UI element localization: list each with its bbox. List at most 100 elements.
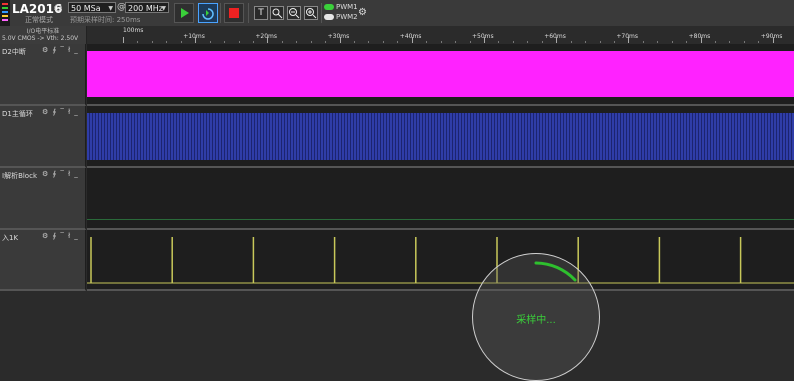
- pwm2-toggle[interactable]: PWM2: [324, 13, 358, 23]
- ruler-minor-tick: [354, 41, 356, 43]
- ruler-minor-tick: [715, 41, 717, 43]
- play-button[interactable]: [174, 3, 194, 23]
- text-icon: T: [258, 8, 264, 18]
- divider: [248, 3, 249, 23]
- ruler-minor-tick: [585, 41, 587, 43]
- expected-time-label: 预期采样时间: 250ms: [70, 16, 141, 24]
- ruler-minor-tick: [729, 41, 731, 43]
- ruler-label: 100ms: [123, 27, 144, 34]
- logo-icon: [0, 0, 10, 26]
- zoom-out-button[interactable]: [287, 6, 301, 20]
- sample-count-select[interactable]: 50 MSa ▼: [68, 2, 116, 13]
- ruler-label: +30ms: [327, 33, 350, 40]
- ruler-minor-tick: [455, 41, 457, 43]
- channel-controls[interactable]: ⚙ ∮ ‾ ł _: [42, 46, 79, 54]
- ruler-label: +60ms: [544, 33, 566, 40]
- pwm-settings-icon[interactable]: ⚙: [358, 7, 367, 18]
- ruler-minor-tick: [325, 41, 327, 43]
- waveform-block: [87, 219, 794, 220]
- ruler-minor-tick: [657, 41, 659, 43]
- waveform-d1: [87, 113, 794, 160]
- ruler-minor-tick: [151, 41, 153, 43]
- channel-label-block[interactable]: I解析Block ⚙ ∮ ‾ ł _: [0, 168, 86, 230]
- ruler-label: +40ms: [399, 33, 422, 40]
- text-tool-button[interactable]: T: [254, 6, 268, 20]
- ruler-label: +50ms: [472, 33, 494, 40]
- io-standard-title: I/O电平标准: [26, 28, 60, 35]
- chevron-down-icon: ▼: [108, 5, 113, 12]
- divider: [220, 3, 221, 23]
- zoom-in-icon: [306, 8, 317, 19]
- ruler-tick: [123, 37, 124, 43]
- toggle-icon: [324, 4, 334, 10]
- ruler-label: +20ms: [255, 33, 278, 40]
- channel-controls[interactable]: ⚙ ∮ ‾ ł _: [42, 170, 79, 178]
- pwm1-label: PWM1: [336, 3, 358, 11]
- sample-rate-value: 200 MHz: [128, 4, 163, 13]
- ruler-minor-tick: [527, 41, 529, 43]
- ruler-minor-tick: [224, 41, 226, 43]
- channel-name: D1主循环: [2, 110, 33, 118]
- ruler-minor-tick: [238, 41, 240, 43]
- time-ruler[interactable]: 100ms +10ms +20ms +30ms +40ms +50ms +60ms +70ms…: [87, 26, 794, 45]
- ruler-minor-tick: [498, 41, 500, 43]
- ruler-minor-tick: [281, 41, 283, 43]
- waveform-d2: [87, 51, 794, 97]
- mode-label: 正常模式: [25, 16, 53, 24]
- zoom-fit-icon: [272, 8, 283, 19]
- ruler-minor-tick: [440, 41, 442, 43]
- ruler-minor-tick: [541, 41, 543, 43]
- ruler-label: +90ms: [760, 33, 783, 40]
- io-voltage-select[interactable]: 5.0V CMOS -> Vth: 2.50V: [2, 35, 78, 42]
- channel-controls[interactable]: ⚙ ∮ ‾ ł _: [42, 232, 79, 240]
- channel-controls[interactable]: ⚙ ∮ ‾ ł _: [42, 108, 79, 116]
- ruler-minor-tick: [368, 41, 370, 43]
- settings-icon[interactable]: ⚙: [52, 3, 64, 15]
- zoom-out-icon: [289, 8, 300, 19]
- loop-play-icon: [202, 8, 214, 20]
- channel-name: I解析Block: [2, 172, 37, 180]
- channel-name: D2中断: [2, 48, 26, 56]
- channel-name: 入1K: [2, 234, 19, 242]
- ruler-minor-tick: [137, 41, 139, 43]
- ruler-minor-tick: [397, 41, 399, 43]
- waveform-1k: [87, 237, 794, 284]
- track-block[interactable]: [87, 168, 794, 230]
- empty-area: [0, 291, 794, 380]
- chevron-down-icon: ▼: [161, 5, 166, 12]
- ruler-minor-tick: [758, 41, 760, 43]
- divider: [321, 3, 322, 23]
- ruler-minor-tick: [252, 41, 254, 43]
- ruler-label: +10ms: [183, 33, 205, 40]
- zoom-fit-button[interactable]: [270, 6, 284, 20]
- sample-rate-select[interactable]: 200 MHz ▼: [125, 2, 169, 13]
- ruler-minor-tick: [686, 41, 688, 43]
- track-d2[interactable]: [87, 44, 794, 106]
- zoom-in-button[interactable]: [304, 6, 318, 20]
- ruler-minor-tick: [296, 41, 298, 43]
- stop-icon: [229, 8, 239, 18]
- channel-label-d2[interactable]: D2中断 ⚙ ∮ ‾ ł _: [0, 44, 86, 106]
- ruler-minor-tick: [671, 41, 673, 43]
- pwm1-toggle[interactable]: PWM1: [324, 3, 358, 13]
- stop-button[interactable]: [224, 3, 244, 23]
- ruler-minor-tick: [180, 41, 182, 43]
- ruler-minor-tick: [570, 41, 572, 43]
- play-icon: [181, 8, 189, 18]
- ruler-label: +80ms: [688, 33, 711, 40]
- sample-count-value: 50 MSa: [71, 4, 101, 13]
- channel-label-d1[interactable]: D1主循环 ⚙ ∮ ‾ ł _: [0, 106, 86, 168]
- pwm2-label: PWM2: [336, 13, 358, 21]
- ruler-minor-tick: [209, 41, 211, 43]
- loop-play-button[interactable]: [198, 3, 218, 23]
- ruler-minor-tick: [642, 41, 644, 43]
- ruler-minor-tick: [743, 41, 745, 43]
- channel-label-1k[interactable]: 入1K ⚙ ∮ ‾ ł _: [0, 230, 86, 291]
- ruler-minor-tick: [613, 41, 615, 43]
- ruler-minor-tick: [512, 41, 514, 43]
- track-d1[interactable]: [87, 106, 794, 168]
- track-1k[interactable]: [87, 230, 794, 291]
- ruler-minor-tick: [599, 41, 601, 43]
- ruler-minor-tick: [469, 41, 471, 43]
- ruler-minor-tick: [310, 41, 312, 43]
